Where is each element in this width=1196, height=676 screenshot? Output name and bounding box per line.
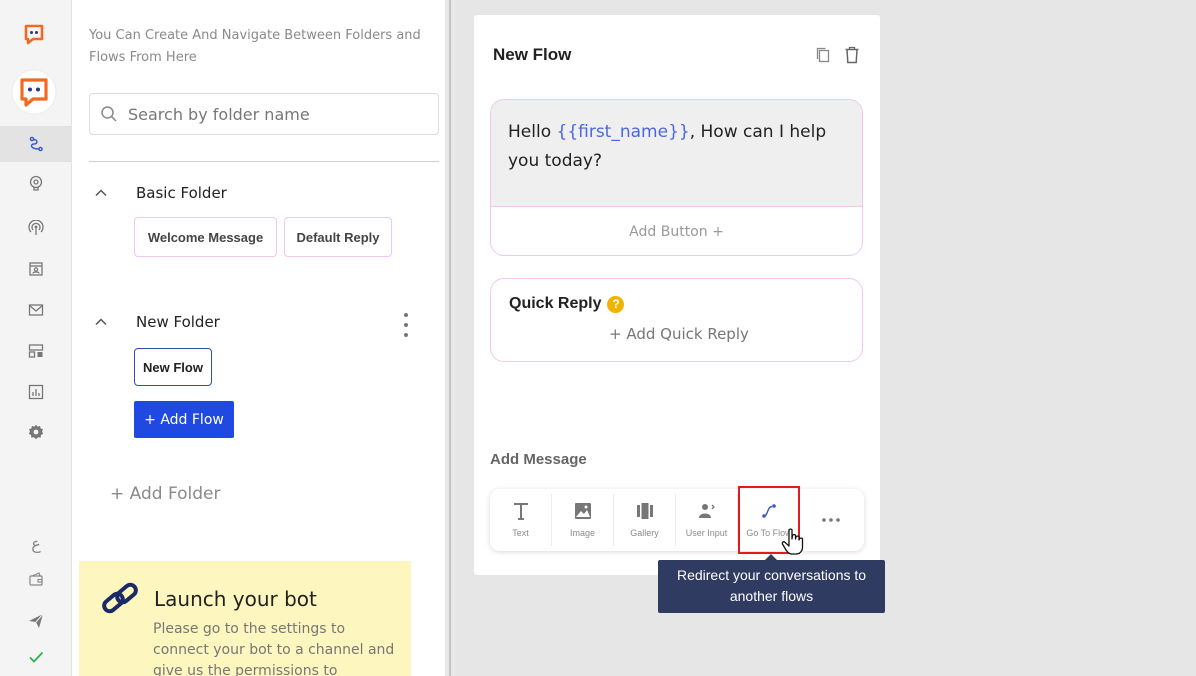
search-icon xyxy=(101,106,117,122)
help-icon[interactable]: ? xyxy=(607,295,625,313)
folder-more-icon[interactable] xyxy=(402,313,410,337)
flow-chip-new-flow[interactable]: New Flow xyxy=(134,348,212,386)
go-to-flow-tooltip: Redirect your conversations to another f… xyxy=(658,554,885,613)
folder-search[interactable]: Search by folder name xyxy=(89,93,439,135)
language-icon[interactable]: ع xyxy=(0,525,72,561)
image-icon xyxy=(574,503,591,519)
launch-title: Launch your bot xyxy=(154,587,317,611)
add-message-label: Add Message xyxy=(490,451,587,468)
contacts-icon[interactable] xyxy=(0,251,72,287)
launch-body: Please go to the settings to connect you… xyxy=(153,621,395,676)
chevron-up-icon[interactable] xyxy=(94,186,108,200)
bot-avatar-icon[interactable] xyxy=(11,69,57,119)
quick-reply-block: Quick Reply? + Add Quick Reply xyxy=(490,278,863,362)
flows-icon[interactable] xyxy=(0,126,72,162)
go-to-flow-icon xyxy=(762,504,776,518)
user-input-tool[interactable]: User Input xyxy=(676,494,738,546)
add-folder-button[interactable]: + Add Folder xyxy=(110,484,221,504)
message-variable: {{first_name}} xyxy=(556,122,690,142)
flow-title: New Flow xyxy=(493,45,572,64)
text-icon xyxy=(513,503,528,520)
gallery-icon xyxy=(636,503,653,519)
hand-cursor-icon xyxy=(781,528,804,555)
launch-bot-banner: Launch your bot Please go to the setting… xyxy=(79,561,411,676)
panel-splitter[interactable] xyxy=(445,0,456,676)
gallery-tool[interactable]: Gallery xyxy=(614,494,676,546)
add-button-link[interactable]: Add Button + xyxy=(491,206,862,255)
message-type-toolbar: Text Image Gallery User Input Go To Flow xyxy=(490,486,864,554)
folder-basic[interactable]: Basic Folder xyxy=(94,184,227,202)
settings-icon[interactable] xyxy=(0,414,72,450)
copy-icon[interactable] xyxy=(815,46,831,64)
text-message-block[interactable]: Hello {{first_name}}, How can I help you… xyxy=(490,99,863,256)
user-input-icon xyxy=(698,504,715,518)
nav-rail: ع xyxy=(0,0,72,676)
bot-brain-icon[interactable] xyxy=(0,165,72,201)
panel-hint: You Can Create And Navigate Between Fold… xyxy=(89,28,421,65)
add-quick-reply-button[interactable]: + Add Quick Reply xyxy=(609,325,749,343)
divider xyxy=(89,161,439,162)
chevron-up-icon[interactable] xyxy=(94,315,108,329)
folder-new[interactable]: New Folder xyxy=(94,313,220,331)
wallet-icon[interactable] xyxy=(0,561,72,597)
folder-name: Basic Folder xyxy=(136,184,227,202)
mail-icon[interactable] xyxy=(0,292,72,328)
message-text[interactable]: Hello {{first_name}}, How can I help you… xyxy=(491,100,862,206)
image-tool[interactable]: Image xyxy=(552,494,614,546)
more-icon xyxy=(822,518,840,522)
link-icon xyxy=(102,582,138,614)
logo-icon[interactable] xyxy=(22,22,46,50)
quick-reply-label: Quick Reply xyxy=(509,295,602,312)
flow-chip-welcome-message[interactable]: Welcome Message xyxy=(134,217,277,257)
send-icon[interactable] xyxy=(0,603,72,639)
folders-panel: You Can Create And Navigate Between Fold… xyxy=(72,0,445,676)
more-tools-button[interactable] xyxy=(800,494,862,546)
broadcast-icon[interactable] xyxy=(0,210,72,246)
flow-editor-card: New Flow Hello {{first_name}}, How can I… xyxy=(474,15,880,575)
search-input[interactable]: Search by folder name xyxy=(128,105,310,124)
analytics-icon[interactable] xyxy=(0,374,72,410)
check-icon[interactable] xyxy=(0,639,72,675)
add-flow-button[interactable]: + Add Flow xyxy=(134,401,234,438)
folder-name: New Folder xyxy=(136,313,220,331)
templates-icon[interactable] xyxy=(0,333,72,369)
trash-icon[interactable] xyxy=(844,46,860,64)
flow-chip-default-reply[interactable]: Default Reply xyxy=(284,217,392,257)
text-tool[interactable]: Text xyxy=(490,494,552,546)
